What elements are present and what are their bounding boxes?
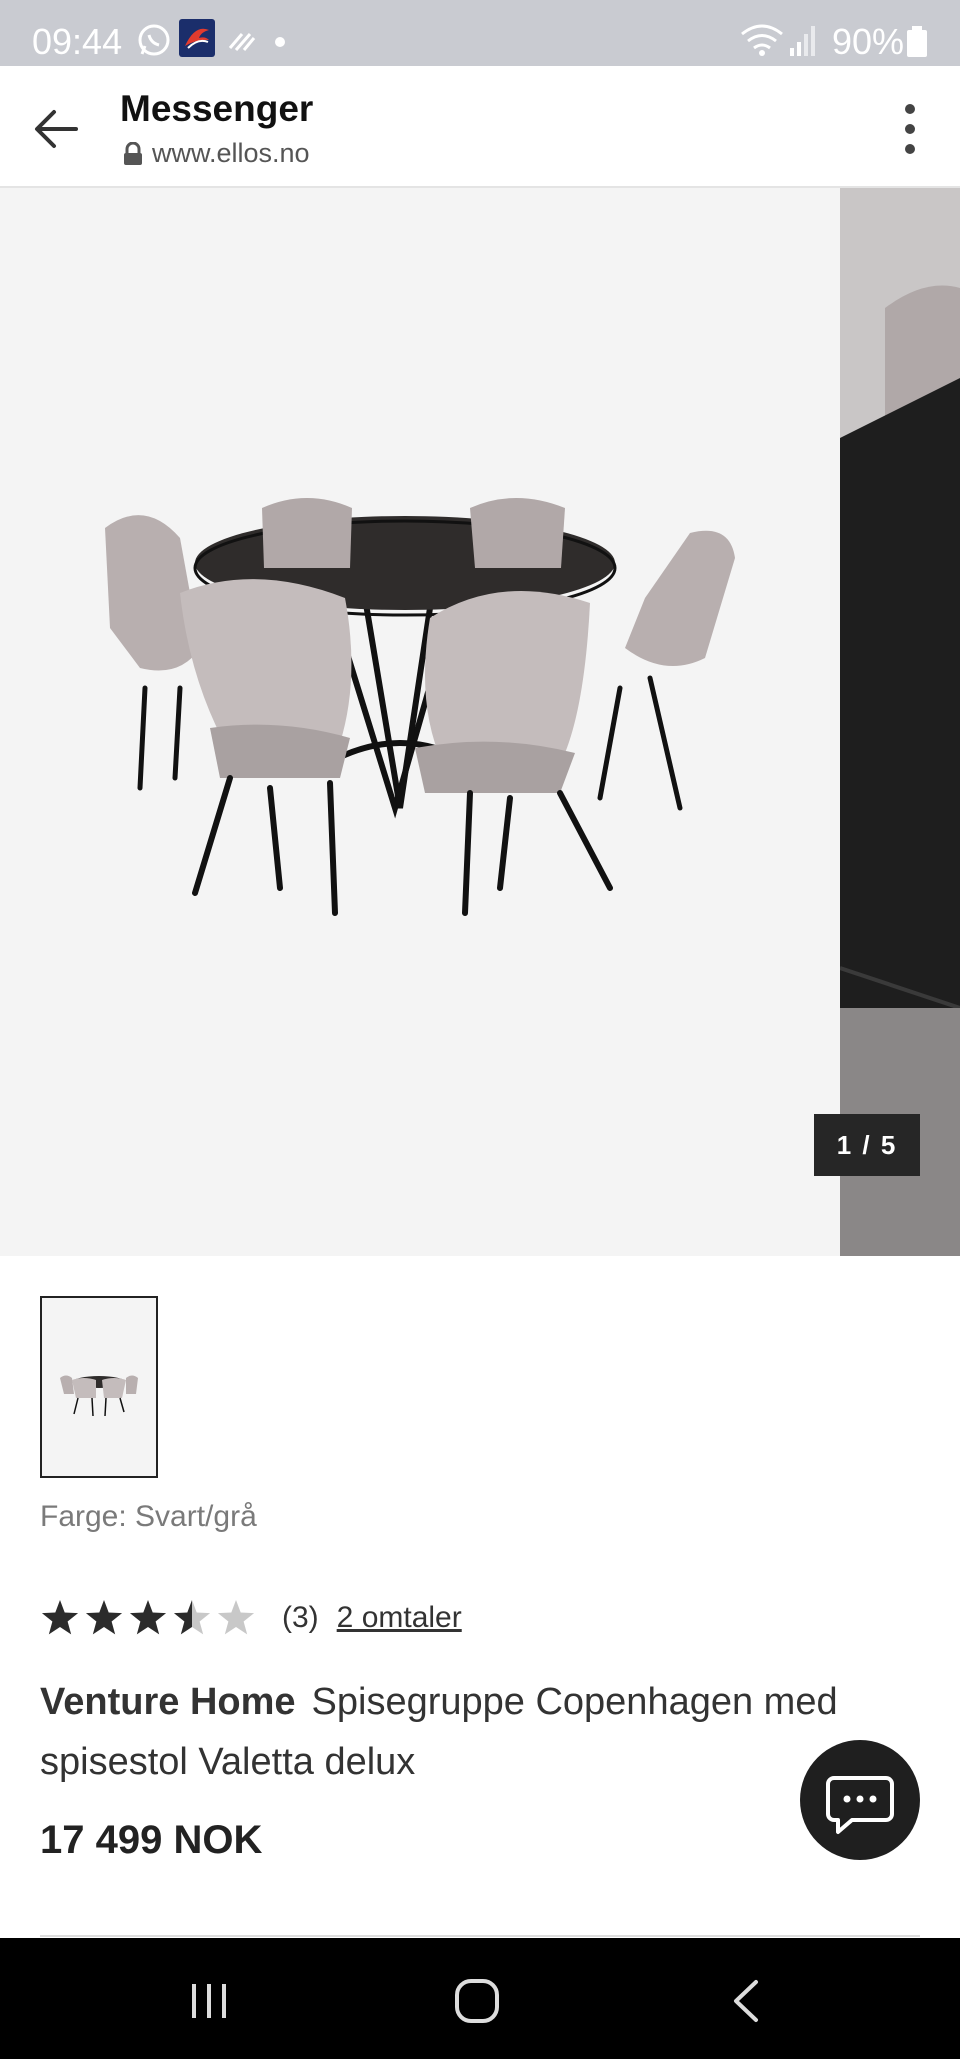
product-image-gallery[interactable]: 1 / 5 (0, 188, 960, 1256)
star-icon (41, 1600, 79, 1635)
app-title: Messenger (120, 88, 314, 129)
rating-stars (41, 1600, 255, 1635)
gallery-slide-1[interactable] (0, 188, 840, 1256)
gallery-thumbnail-1[interactable] (40, 1296, 158, 1478)
gallery-counter: 1 / 5 (814, 1114, 920, 1176)
battery-level: 90% (831, 21, 904, 62)
product-rating[interactable]: (3) 2 omtaler (40, 1598, 462, 1638)
chat-button[interactable] (800, 1740, 920, 1860)
home-icon[interactable] (452, 1976, 502, 2026)
dot-icon (275, 37, 285, 47)
star-icon (173, 1600, 211, 1635)
star-icon (85, 1600, 123, 1635)
signal-icon (790, 26, 815, 56)
star-icon (129, 1600, 167, 1635)
system-nav-bar (0, 1938, 960, 2059)
rating-count: (3) (282, 1601, 319, 1634)
thumbnail-image (60, 1375, 138, 1417)
whatsapp-icon (138, 24, 170, 56)
status-bar: 09:44 90% (0, 0, 960, 66)
app-logo-icon (179, 19, 215, 57)
browser-app-bar: Messenger www.ellos.no (0, 66, 960, 188)
section-divider (40, 1935, 920, 1937)
product-image-closeup (840, 188, 960, 1256)
more-vert-icon[interactable] (900, 102, 920, 156)
page-url[interactable]: www.ellos.no (122, 138, 310, 169)
back-arrow-icon[interactable] (28, 100, 86, 158)
product-price: 17 499 NOK (40, 1818, 263, 1862)
reviews-link[interactable]: 2 omtaler (337, 1601, 462, 1635)
lock-icon (124, 141, 142, 165)
battery-icon (907, 26, 927, 57)
product-title: Venture Home Spisegruppe Copenhagen med s… (40, 1672, 920, 1792)
chat-icon (826, 1776, 894, 1834)
recents-icon[interactable] (184, 1976, 234, 2026)
star-icon (217, 1600, 255, 1635)
product-brand[interactable]: Venture Home (40, 1681, 296, 1723)
product-image (105, 498, 735, 916)
sync-icon (228, 33, 256, 51)
status-time: 09:44 (32, 21, 123, 62)
back-icon[interactable] (722, 1976, 772, 2026)
gallery-slide-2-peek[interactable] (840, 188, 960, 1256)
url-text: www.ellos.no (152, 138, 310, 168)
color-label: Farge: Svart/grå (40, 1500, 257, 1533)
wifi-icon (741, 24, 783, 56)
